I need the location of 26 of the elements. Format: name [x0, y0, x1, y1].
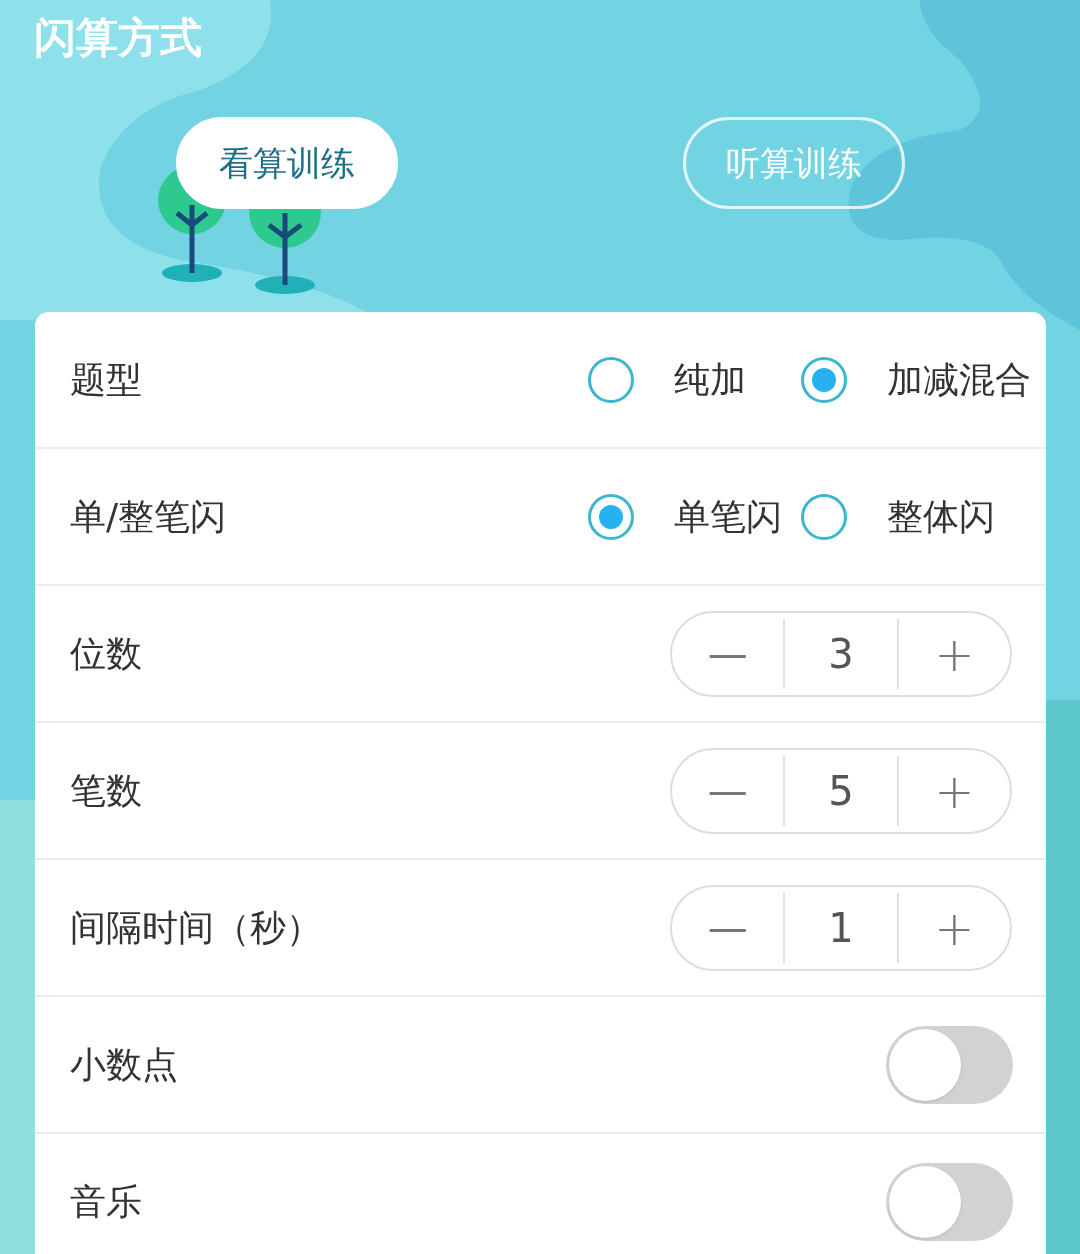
setting-label: 位数 [70, 631, 142, 676]
page-title: 闪算方式 [34, 12, 202, 64]
mode-tab[interactable]: 看算训练 [176, 117, 398, 209]
option-label: 纯加 [674, 357, 746, 402]
radio-button[interactable] [588, 493, 634, 540]
plus-button[interactable]: + [898, 886, 1010, 969]
setting-label: 单/整笔闪 [70, 494, 227, 539]
stepper-value: 5 [783, 755, 899, 826]
setting-label: 音乐 [70, 1179, 142, 1224]
stepper-value: 3 [783, 618, 899, 689]
minus-button[interactable]: — [672, 749, 784, 832]
radio-button[interactable] [801, 356, 847, 403]
stepper-value: 1 [783, 892, 899, 963]
setting-label: 间隔时间（秒） [70, 905, 322, 950]
minus-button[interactable]: — [672, 612, 784, 695]
option-label: 整体闪 [887, 494, 995, 539]
setting-label: 题型 [70, 357, 142, 402]
setting-label: 笔数 [70, 768, 142, 813]
option-label: 加减混合 [887, 357, 1031, 402]
minus-button[interactable]: — [672, 886, 784, 969]
radio-button[interactable] [588, 356, 634, 403]
plus-button[interactable]: + [898, 612, 1010, 695]
setting-label: 小数点 [70, 1042, 178, 1087]
radio-button[interactable] [801, 493, 847, 540]
plus-button[interactable]: + [898, 749, 1010, 832]
option-label: 单笔闪 [674, 494, 782, 539]
